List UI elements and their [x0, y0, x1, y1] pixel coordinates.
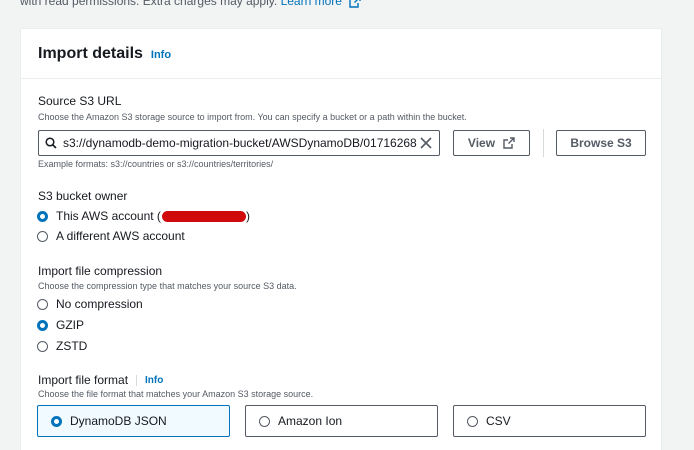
format-option-label: DynamoDB JSON [70, 414, 167, 428]
format-option-label: CSV [486, 414, 511, 428]
source-s3-url-value: s3://dynamodb-demo-migration-bucket/AWSD… [63, 136, 417, 150]
source-s3-description: Choose the Amazon S3 storage source to i… [38, 112, 467, 122]
format-label-row: Import file format Info [38, 373, 163, 387]
bucket-owner-option-label: A different AWS account [56, 229, 185, 243]
browse-s3-button-label: Browse S3 [570, 136, 632, 150]
clear-icon[interactable] [419, 136, 433, 150]
compression-option-gzip[interactable]: GZIP [37, 318, 84, 332]
panel-title: Import details [38, 44, 143, 62]
compression-description: Choose the compression type that matches… [38, 281, 297, 291]
compression-option-none[interactable]: No compression [37, 297, 143, 311]
format-card-csv[interactable]: CSV [453, 405, 646, 437]
redacted-account-id [161, 210, 246, 222]
button-divider [543, 129, 544, 157]
format-label-separator [136, 374, 138, 386]
radio-selected[interactable] [37, 210, 48, 222]
format-label: Import file format [38, 373, 129, 387]
bucket-owner-label: S3 bucket owner [38, 189, 128, 203]
external-link-icon [503, 137, 515, 149]
source-s3-url-input[interactable]: s3://dynamodb-demo-migration-bucket/AWSD… [38, 130, 440, 156]
top-note-text: with read permissions. Extra charges may… [20, 0, 278, 8]
radio-unselected[interactable] [37, 340, 48, 352]
panel-info-link[interactable]: Info [151, 49, 171, 61]
import-details-panel: Import details Info Source S3 URL Choose… [20, 28, 662, 450]
format-card-dynamodb-json[interactable]: DynamoDB JSON [37, 405, 230, 437]
bucket-owner-closing-paren: ) [245, 209, 250, 223]
bucket-owner-option-this-account[interactable]: This AWS account ( ) [37, 209, 250, 223]
panel-header: Import details Info [21, 29, 661, 79]
format-option-label: Amazon Ion [278, 414, 343, 428]
radio-unselected[interactable] [259, 415, 270, 427]
source-s3-label: Source S3 URL [38, 94, 122, 108]
compression-option-zstd[interactable]: ZSTD [37, 339, 87, 353]
radio-selected[interactable] [37, 319, 48, 331]
bucket-owner-option-different-account[interactable]: A different AWS account [37, 229, 185, 243]
format-description: Choose the file format that matches your… [38, 389, 314, 399]
bucket-owner-option-label: This AWS account ( [56, 209, 161, 223]
view-button-label: View [467, 136, 496, 150]
compression-option-label: GZIP [56, 318, 85, 332]
compression-option-label: ZSTD [56, 339, 88, 353]
format-card-amazon-ion[interactable]: Amazon Ion [245, 405, 438, 437]
radio-unselected[interactable] [37, 298, 48, 310]
source-s3-example: Example formats: s3://countries or s3://… [38, 159, 274, 169]
learn-more-link[interactable]: Learn more [281, 0, 342, 8]
radio-selected[interactable] [51, 415, 62, 427]
format-info-link[interactable]: Info [145, 375, 163, 386]
compression-label: Import file compression [38, 264, 163, 278]
top-note: with read permissions. Extra charges may… [20, 0, 361, 8]
radio-unselected[interactable] [467, 415, 478, 427]
external-link-icon[interactable] [349, 0, 361, 8]
search-icon [45, 137, 57, 149]
view-button[interactable]: View [453, 130, 530, 156]
compression-option-label: No compression [56, 297, 143, 311]
radio-unselected[interactable] [37, 230, 48, 242]
browse-s3-button[interactable]: Browse S3 [556, 130, 646, 156]
